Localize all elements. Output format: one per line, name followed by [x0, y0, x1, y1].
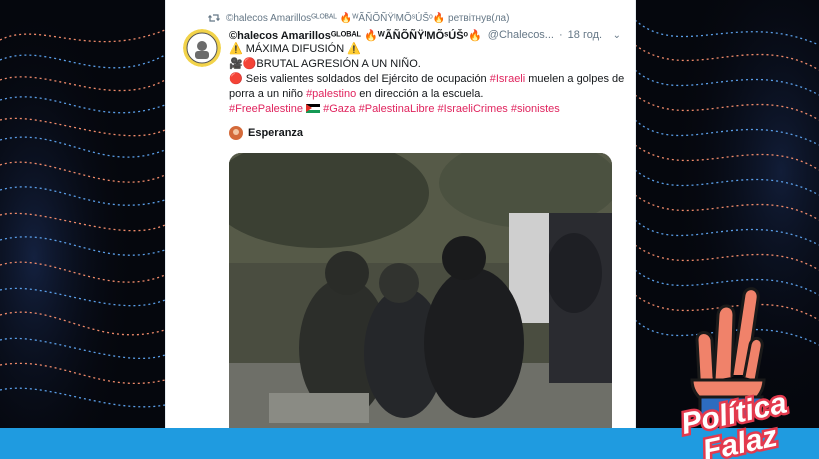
tweet-timestamp[interactable]: 18 год. — [568, 29, 602, 41]
quoted-author-name[interactable]: Esperanza — [248, 127, 303, 139]
retweet-indicator: ©halecos Amarillosᴳᴸᴼᴮᴬᴸ 🔥ᵂÃÑÕÑŸᴵMÕˢÚŠᵒ🔥… — [208, 10, 509, 26]
quoted-author[interactable]: Esperanza — [229, 124, 303, 142]
palestine-flag-icon — [306, 104, 321, 113]
tweet-line-2: 🎥🔴BRUTAL AGRESIÓN A UN NIÑO. — [229, 58, 421, 70]
separator-dot: · — [558, 29, 563, 41]
politica-falaz-logo: Política Falaz — [676, 287, 792, 459]
author-avatar[interactable] — [183, 29, 221, 67]
hashtag-link[interactable]: #sionistes — [511, 103, 560, 115]
hashtag-link[interactable]: #IsraeliCrimes — [438, 103, 508, 115]
tweet-line-1: ⚠️ MÁXIMA DIFUSIÓN ⚠️ — [229, 43, 361, 55]
retweet-icon — [208, 14, 220, 22]
tweet-body: ⚠️ MÁXIMA DIFUSIÓN ⚠️ 🎥🔴BRUTAL AGRESIÓN … — [229, 42, 625, 117]
hashtag-link[interactable]: #FreePalestine — [229, 103, 303, 115]
tweet-header: ©halecos Amarillosᴳᴸᴼᴮᴬᴸ 🔥ᵂÃÑÕÑŸᴵMÕˢÚŠᵒ🔥… — [229, 27, 621, 43]
retweet-text[interactable]: ©halecos Amarillosᴳᴸᴼᴮᴬᴸ 🔥ᵂÃÑÕÑŸᴵMÕˢÚŠᵒ🔥… — [226, 13, 509, 24]
hashtag-link[interactable]: #PalestinaLibre — [359, 103, 435, 115]
author-handle[interactable]: @Chalecos... — [488, 29, 554, 41]
video-thumbnail[interactable] — [229, 153, 612, 428]
author-display-name[interactable]: ©halecos Amarillosᴳᴸᴼᴮᴬᴸ 🔥ᵂÃÑÕÑŸᴵMÕˢÚŠᵒ🔥 — [229, 29, 482, 42]
tweet-card[interactable]: ©halecos Amarillosᴳᴸᴼᴮᴬᴸ 🔥ᵂÃÑÕÑŸᴵMÕˢÚŠᵒ🔥… — [165, 0, 636, 428]
tweet-line-3: 🔴 Seis valientes soldados del Ejército d… — [229, 73, 625, 85]
tweet-line-4: porra a un niño #palestino en dirección … — [229, 88, 484, 100]
chevron-down-icon[interactable]: ⌄ — [613, 30, 621, 41]
hashtag-link[interactable]: #Israeli — [490, 73, 525, 85]
tweet-line-5: #FreePalestine #Gaza #PalestinaLibre #Is… — [229, 102, 619, 117]
user-avatar-icon — [229, 126, 243, 140]
hashtag-link[interactable]: #palestino — [306, 88, 356, 100]
hashtag-link[interactable]: #Gaza — [323, 103, 355, 115]
